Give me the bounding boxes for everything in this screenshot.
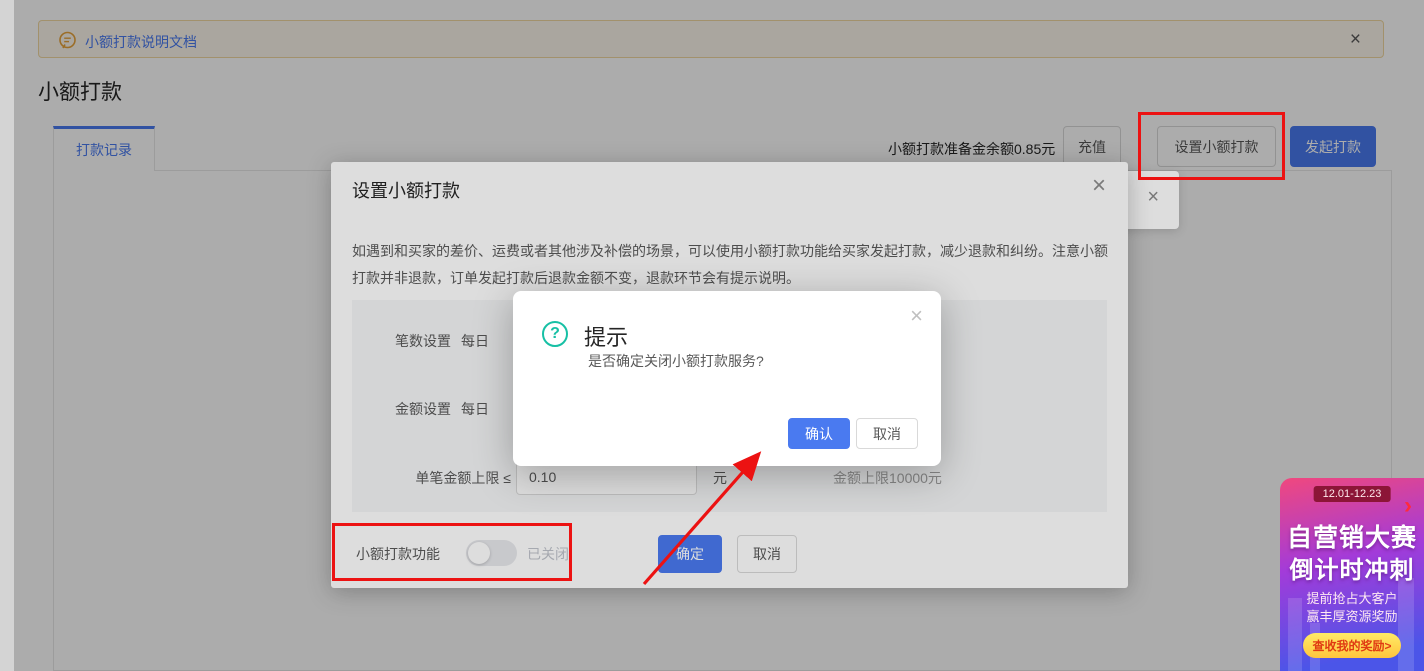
dialog-close-icon[interactable]: ×: [910, 303, 923, 329]
promo-subtitle-line2: 赢丰厚资源奖励: [1280, 606, 1424, 625]
app-stage: 小额打款说明文档 × 小额打款 小额打款准备金余额0.85元 充值 设置小额打款…: [0, 0, 1424, 671]
dialog-message: 是否确定关闭小额打款服务?: [588, 351, 764, 371]
question-circle-icon: ?: [542, 321, 568, 347]
left-edge-strip: [0, 0, 14, 671]
promo-title-line2: 倒计时冲刺: [1280, 550, 1424, 585]
promo-corner-arrow[interactable]: ›: [1404, 492, 1412, 520]
promo-banner[interactable]: 12.01-12.23 自营销大赛 倒计时冲刺 提前抢占大客户 赢丰厚资源奖励 …: [1280, 478, 1424, 671]
dialog-confirm-button[interactable]: 确认: [788, 418, 850, 449]
dialog-title: 提示: [584, 320, 628, 352]
promo-cta-button[interactable]: 查收我的奖励>: [1303, 633, 1401, 658]
confirm-dialog: × ? 提示 是否确定关闭小额打款服务? 确认 取消: [513, 291, 941, 466]
promo-subtitle-line1: 提前抢占大客户: [1280, 588, 1424, 607]
promo-title-line1: 自营销大赛: [1280, 518, 1424, 554]
promo-date-badge: 12.01-12.23: [1314, 486, 1391, 502]
dialog-cancel-button[interactable]: 取消: [856, 418, 918, 449]
